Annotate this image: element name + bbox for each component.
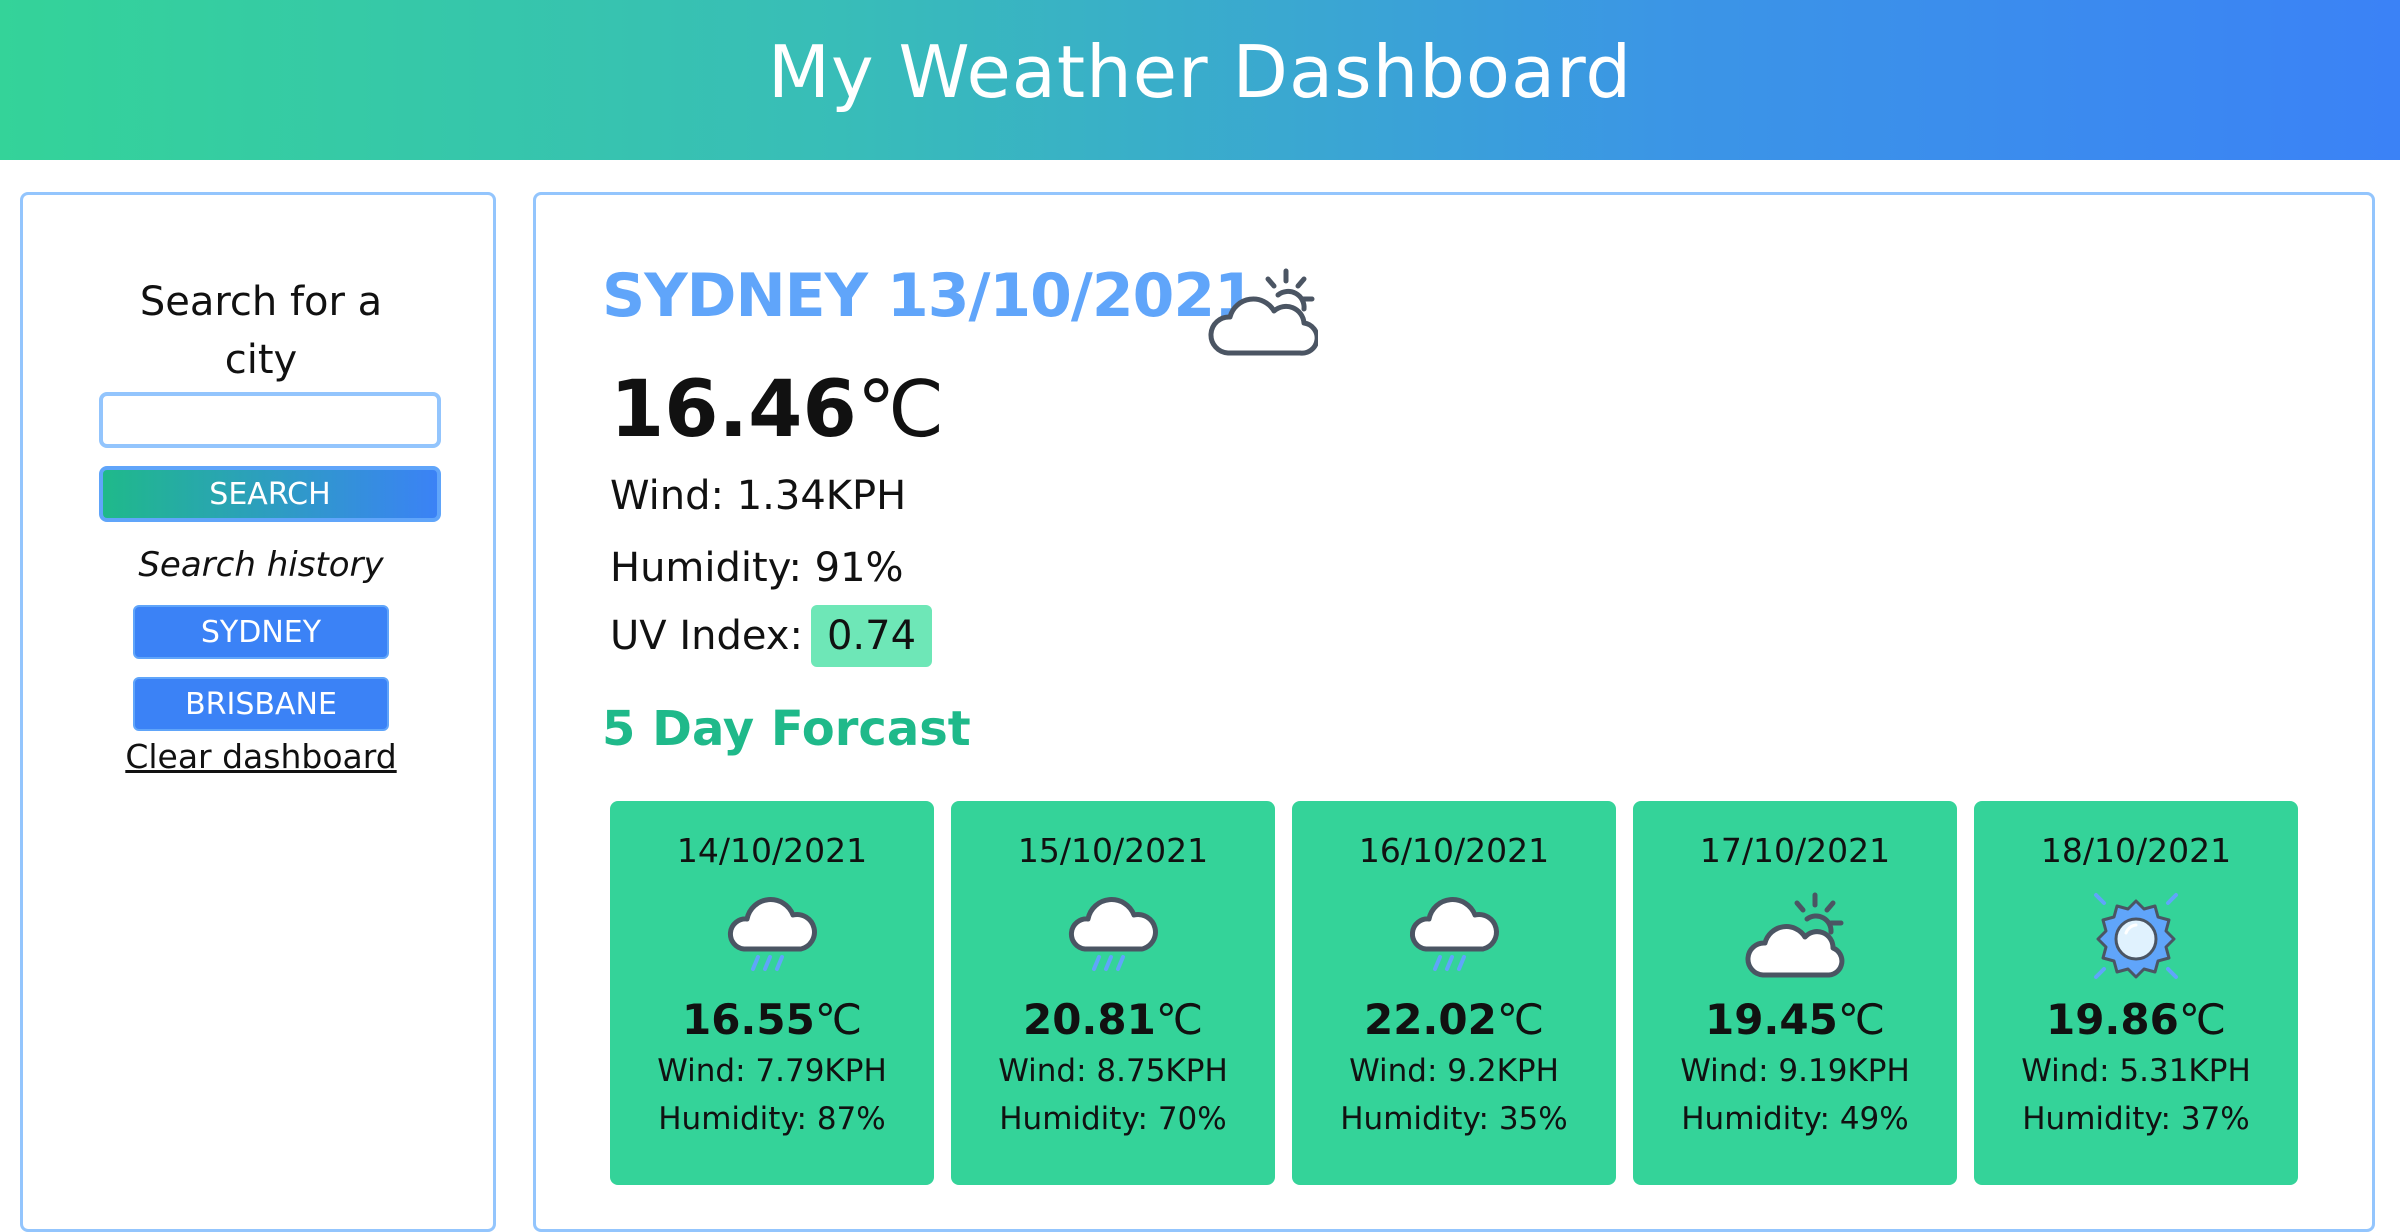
forecast-card: 15/10/2021 20.81℃ Wind: 8.75KPH Humidity… [951, 801, 1275, 1185]
current-temp-value: 16.46 [610, 365, 857, 455]
forecast-humidity: Humidity: 49% [1681, 1101, 1909, 1137]
rain-cloud-icon [1068, 897, 1158, 971]
forecast-temperature: 19.86℃ [1974, 995, 2298, 1044]
forecast-card: 17/10/2021 19.45℃ Wind: 9.19KPH Humidity… [1633, 801, 1957, 1185]
search-button[interactable]: SEARCH [99, 466, 441, 522]
current-temperature: 16.46℃ [610, 365, 944, 455]
forecast-humidity: Humidity: 70% [999, 1101, 1227, 1137]
current-humidity: Humidity: 91% [610, 545, 904, 591]
forecast-temp-value: 19.45 [1704, 995, 1838, 1044]
forecast-temperature: 19.45℃ [1633, 995, 1957, 1044]
current-uv-row: UV Index: 0.74 [610, 605, 933, 667]
forecast-date: 18/10/2021 [2040, 831, 2232, 870]
uv-index-badge: 0.74 [810, 605, 933, 667]
forecast-temperature: 20.81℃ [951, 995, 1275, 1044]
forecast-card: 18/10/2021 19.86℃ Wind: 5.31KPH Humidity… [1974, 801, 2298, 1185]
forecast-temp-unit: ℃ [2178, 995, 2227, 1044]
page-title: My Weather Dashboard [767, 30, 1633, 114]
search-title: Search for a city [139, 279, 383, 383]
cloud-sun-icon [1208, 268, 1318, 356]
search-history-label: Search history [138, 545, 384, 585]
forecast-wind: Wind: 8.75KPH [998, 1053, 1228, 1089]
forecast-temp-unit: ℃ [814, 995, 863, 1044]
sun-icon [2094, 893, 2178, 979]
forecast-wind: Wind: 7.79KPH [657, 1053, 887, 1089]
forecast-card: 14/10/2021 16.55℃ Wind: 7.79KPH Humidity… [610, 801, 934, 1185]
forecast-card: 16/10/2021 22.02℃ Wind: 9.2KPH Humidity:… [1292, 801, 1616, 1185]
search-sidebar: Search for a city SEARCH Search history … [20, 192, 496, 1232]
current-wind: Wind: 1.34KPH [610, 473, 907, 519]
forecast-temperature: 22.02℃ [1292, 995, 1616, 1044]
forecast-wind: Wind: 9.2KPH [1349, 1053, 1559, 1089]
forecast-temp-value: 20.81 [1022, 995, 1156, 1044]
forecast-title: 5 Day Forcast [602, 701, 971, 757]
rain-cloud-icon [1409, 897, 1499, 971]
forecast-humidity: Humidity: 87% [658, 1101, 886, 1137]
forecast-temp-value: 19.86 [2045, 995, 2179, 1044]
forecast-temp-unit: ℃ [1837, 995, 1886, 1044]
forecast-humidity: Humidity: 35% [1340, 1101, 1568, 1137]
forecast-date: 14/10/2021 [676, 831, 868, 870]
forecast-wind: Wind: 9.19KPH [1680, 1053, 1910, 1089]
forecast-wind: Wind: 5.31KPH [2021, 1053, 2251, 1089]
cloud-sun-icon [1745, 892, 1845, 978]
current-city-heading: SYDNEY 13/10/2021 [602, 261, 1256, 331]
rain-cloud-icon [727, 897, 817, 971]
history-button-brisbane[interactable]: BRISBANE [133, 677, 389, 731]
city-search-input[interactable] [99, 392, 441, 448]
forecast-temperature: 16.55℃ [610, 995, 934, 1044]
forecast-date: 16/10/2021 [1358, 831, 1550, 870]
forecast-temp-unit: ℃ [1155, 995, 1204, 1044]
forecast-date: 17/10/2021 [1699, 831, 1891, 870]
uv-label: UV Index: [610, 613, 803, 659]
clear-dashboard-link[interactable]: Clear dashboard [23, 737, 499, 776]
forecast-temp-unit: ℃ [1496, 995, 1545, 1044]
history-button-sydney[interactable]: SYDNEY [133, 605, 389, 659]
forecast-temp-value: 16.55 [681, 995, 815, 1044]
weather-main-panel: SYDNEY 13/10/2021 16.46℃ Wind: 1.34KPH H… [533, 192, 2375, 1232]
forecast-list: 14/10/2021 16.55℃ Wind: 7.79KPH Humidity… [610, 801, 2310, 1185]
current-temp-unit: ℃ [856, 365, 945, 455]
app-header: My Weather Dashboard [0, 0, 2400, 160]
forecast-temp-value: 22.02 [1363, 995, 1497, 1044]
forecast-humidity: Humidity: 37% [2022, 1101, 2250, 1137]
forecast-date: 15/10/2021 [1017, 831, 1209, 870]
